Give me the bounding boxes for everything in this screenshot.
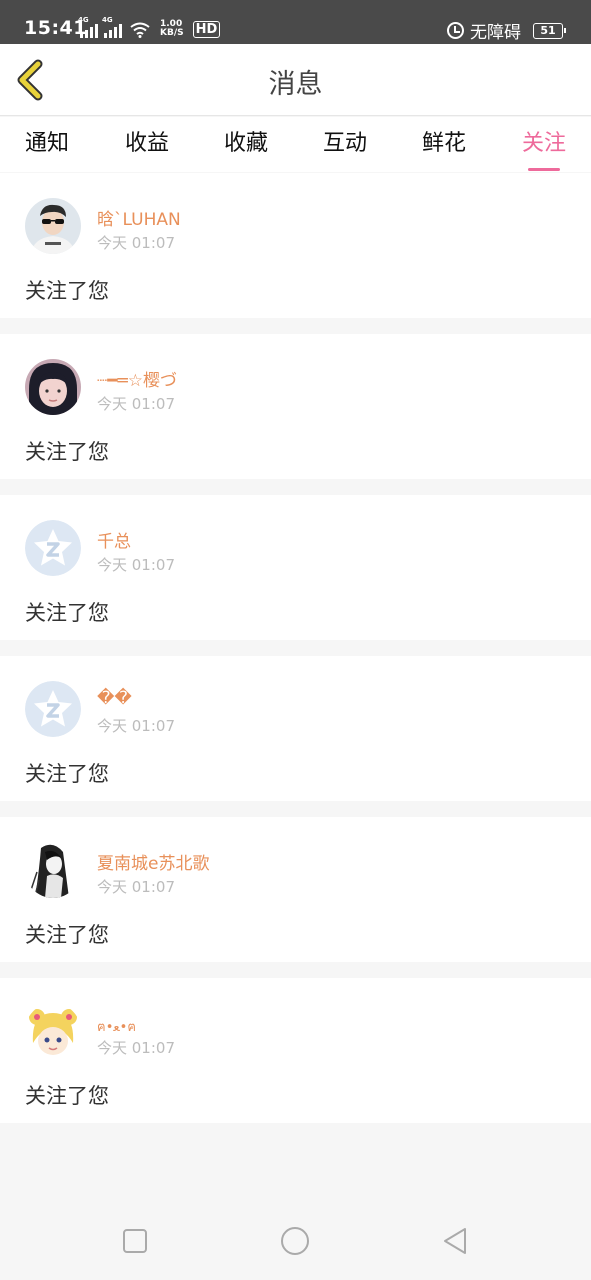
message-text: 关注了您 xyxy=(25,601,109,625)
back-nav-icon[interactable] xyxy=(440,1226,470,1256)
network-type-label: 4G xyxy=(78,16,89,24)
divider xyxy=(0,318,591,334)
network-type-label: 4G xyxy=(102,16,113,24)
network-speed: 1.00 KB/S xyxy=(160,20,184,38)
tab-interactions[interactable]: 互动 xyxy=(310,125,380,157)
message-text: 关注了您 xyxy=(25,762,109,786)
message-text: 关注了您 xyxy=(25,1084,109,1108)
hd-voice-icon: HD xyxy=(192,21,221,38)
avatar[interactable] xyxy=(25,359,81,415)
cell-signal-icon: 4G xyxy=(102,16,122,38)
timestamp: 今天 01:07 xyxy=(97,1039,175,1057)
tab-bar: 通知 收益 收藏 互动 鲜花 关注 xyxy=(0,117,591,172)
list-item[interactable]: 晗`LUHAN 今天 01:07 关注了您 xyxy=(0,173,591,318)
page-title: 消息 xyxy=(268,69,323,100)
message-text: 关注了您 xyxy=(25,279,109,303)
divider xyxy=(0,479,591,495)
accessibility-label: 无障碍 xyxy=(470,23,521,43)
recent-apps-icon[interactable] xyxy=(120,1226,150,1256)
system-nav-bar xyxy=(0,1200,591,1280)
divider xyxy=(0,962,591,978)
timestamp: 今天 01:07 xyxy=(97,234,175,252)
battery-icon: 51 xyxy=(533,22,566,39)
tab-following[interactable]: 关注 xyxy=(509,125,579,171)
timestamp: 今天 01:07 xyxy=(97,717,175,735)
username[interactable]: ฅ•ﻌ•ฅ xyxy=(97,1016,136,1037)
username[interactable]: 夏南城e苏北歌 xyxy=(97,849,209,874)
home-icon[interactable] xyxy=(280,1226,310,1256)
divider xyxy=(0,640,591,656)
status-bar: 15:41 4G 4G 1.00 KB/S HD 无障碍 51 xyxy=(0,0,591,44)
tab-favorites[interactable]: 收藏 xyxy=(211,125,281,157)
message-text: 关注了您 xyxy=(25,923,109,947)
list-item[interactable]: 千总 今天 01:07 关注了您 xyxy=(0,495,591,640)
list-item[interactable]: ฅ•ﻌ•ฅ 今天 01:07 关注了您 xyxy=(0,978,591,1123)
timestamp: 今天 01:07 xyxy=(97,395,175,413)
app-header: 消息 xyxy=(0,44,591,116)
avatar[interactable] xyxy=(25,1003,81,1059)
qq-default-avatar[interactable] xyxy=(25,681,81,737)
username[interactable]: ┈━═☆樱づ xyxy=(97,366,177,391)
cell-signal-icon: 4G xyxy=(78,16,98,38)
qq-default-avatar[interactable] xyxy=(25,520,81,576)
timestamp: 今天 01:07 xyxy=(97,878,175,896)
username[interactable]: 晗`LUHAN xyxy=(97,205,181,230)
follow-list: 晗`LUHAN 今天 01:07 关注了您 ┈━═☆樱づ 今天 01:07 关注… xyxy=(0,173,591,1123)
username[interactable]: �� xyxy=(97,688,132,708)
timestamp: 今天 01:07 xyxy=(97,556,175,574)
list-item[interactable]: 夏南城e苏北歌 今天 01:07 关注了您 xyxy=(0,817,591,962)
tab-flowers[interactable]: 鲜花 xyxy=(409,125,479,157)
tab-earnings[interactable]: 收益 xyxy=(112,125,182,157)
tab-notifications[interactable]: 通知 xyxy=(12,125,82,157)
list-item[interactable]: �� 今天 01:07 关注了您 xyxy=(0,656,591,801)
list-item[interactable]: ┈━═☆樱づ 今天 01:07 关注了您 xyxy=(0,334,591,479)
avatar[interactable] xyxy=(25,842,81,898)
divider xyxy=(0,801,591,817)
wifi-icon xyxy=(130,22,150,38)
username[interactable]: 千总 xyxy=(97,527,131,552)
signal-indicators: 4G 4G 1.00 KB/S HD xyxy=(78,16,221,38)
speed-unit: KB/S xyxy=(160,28,184,38)
message-text: 关注了您 xyxy=(25,440,109,464)
alarm-icon xyxy=(447,22,464,39)
avatar[interactable] xyxy=(25,198,81,254)
